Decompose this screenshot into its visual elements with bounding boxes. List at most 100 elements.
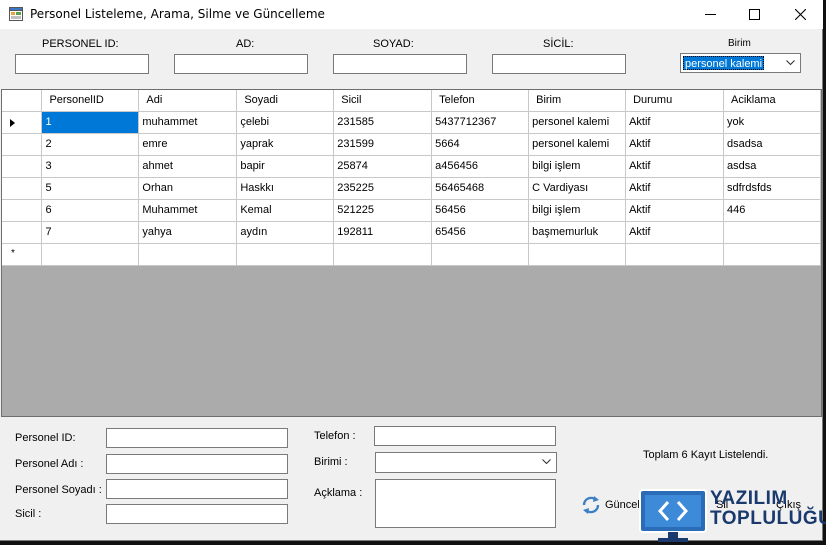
cell-aciklama[interactable]: yok [723,111,821,134]
cell-adi[interactable]: yahya [138,221,238,244]
row-header[interactable] [2,177,43,200]
new-row[interactable]: * [2,243,821,266]
new-row-cell[interactable] [723,243,821,266]
table-row[interactable]: 2 emre yaprak 231599 5664 personel kalemi Akti… [2,133,821,156]
cell-personelid[interactable]: 2 [41,133,140,156]
cell-soyadi[interactable]: aydın [236,221,335,244]
column-header-sicil[interactable]: Sicil [333,90,433,112]
cell-personelid[interactable]: 6 [41,199,140,222]
cell-sicil[interactable]: 231599 [333,133,433,156]
row-header[interactable] [2,221,43,244]
column-header-birim[interactable]: Birim [528,90,627,112]
form-telefon-input[interactable] [374,426,556,446]
new-row-cell[interactable] [236,243,335,266]
title-bar[interactable]: Personel Listeleme, Arama, Silme ve Günc… [0,0,823,29]
cell-soyadi[interactable]: Kemal [236,199,335,222]
cell-personelid[interactable]: 5 [41,177,140,200]
cell-aciklama[interactable]: sdfrdsfds [723,177,821,200]
search-sicil-input[interactable] [492,54,626,74]
row-header[interactable] [2,133,43,156]
cell-telefon[interactable]: 5664 [431,133,530,156]
cell-durumu[interactable]: Aktif [625,221,724,244]
cell-personelid[interactable]: 3 [41,155,140,178]
cell-durumu[interactable]: Aktif [625,177,724,200]
table-row[interactable]: 1 muhammet çelebi 231585 5437712367 personel … [2,111,821,134]
new-row-cell[interactable] [138,243,238,266]
cell-birim[interactable]: bilgi işlem [528,199,627,222]
cell-adi[interactable]: Orhan [138,177,238,200]
personel-data-grid[interactable]: PersonelID Adi Soyadi Sicil Telefon Biri… [1,89,822,417]
maximize-button[interactable] [731,0,777,29]
cell-birim[interactable]: personel kalemi [528,111,627,134]
column-header-soyadi[interactable]: Soyadi [236,90,335,112]
column-header-aciklama[interactable]: Aciklama [723,90,821,112]
cell-aciklama[interactable]: asdsa [723,155,821,178]
new-row-cell[interactable] [333,243,433,266]
search-personel-id-input[interactable] [15,54,149,74]
form-personel-adi-input[interactable] [106,454,288,474]
maximize-icon [748,9,760,20]
cell-sicil[interactable]: 235225 [333,177,433,200]
form-personel-id-input[interactable] [106,428,288,448]
cell-telefon[interactable]: 5437712367 [431,111,530,134]
cell-sicil[interactable]: 25874 [333,155,433,178]
grid-header-row: PersonelID Adi Soyadi Sicil Telefon Biri… [2,90,821,112]
cell-aciklama[interactable]: 446 [723,199,821,222]
cell-sicil[interactable]: 192811 [333,221,433,244]
form-personel-soyadi-input[interactable] [106,479,288,499]
table-row[interactable]: 6 Muhammet Kemal 521225 56456 bilgi işlem Akti… [2,199,821,222]
cell-soyadi[interactable]: çelebi [236,111,335,134]
search-ad-input[interactable] [174,54,308,74]
minimize-button[interactable] [687,0,733,29]
cell-adi[interactable]: muhammet [138,111,238,134]
form-aciklama-textarea[interactable] [375,479,556,528]
cell-telefon[interactable]: a456456 [431,155,530,178]
current-row-arrow-icon [10,118,15,127]
column-header-durumu[interactable]: Durumu [625,90,724,112]
cell-durumu[interactable]: Aktif [625,199,724,222]
table-row[interactable]: 3 ahmet bapir 25874 a456456 bilgi işlem Aktif a… [2,155,821,178]
cell-telefon[interactable]: 56465468 [431,177,530,200]
column-header-telefon[interactable]: Telefon [431,90,530,112]
cell-soyadi[interactable]: yaprak [236,133,335,156]
cell-adi[interactable]: Muhammet [138,199,238,222]
form-sicil-input[interactable] [106,504,288,524]
search-birim-select[interactable]: personel kalemi [680,53,801,73]
cell-soyadi[interactable]: bapir [236,155,335,178]
form-birimi-select[interactable] [375,452,557,473]
cell-durumu[interactable]: Aktif [625,155,724,178]
cell-birim[interactable]: C Vardiyası [528,177,627,200]
cell-telefon[interactable]: 56456 [431,199,530,222]
cell-personelid[interactable]: 7 [41,221,140,244]
cell-sicil[interactable]: 231585 [333,111,433,134]
cell-adi[interactable]: emre [138,133,238,156]
new-row-cell[interactable] [625,243,724,266]
search-soyad-input[interactable] [333,54,467,74]
cell-aciklama[interactable]: dsadsa [723,133,821,156]
cell-soyadi[interactable]: Haskkı [236,177,335,200]
row-header[interactable] [2,199,43,222]
cell-sicil[interactable]: 521225 [333,199,433,222]
cell-personelid[interactable]: 1 [41,111,140,134]
cell-birim[interactable]: bilgi işlem [528,155,627,178]
row-header[interactable] [2,111,43,134]
cell-aciklama[interactable] [723,221,821,244]
new-row-cell[interactable] [528,243,627,266]
main-window: Personel Listeleme, Arama, Silme ve Günc… [0,0,823,541]
cell-telefon[interactable]: 65456 [431,221,530,244]
column-header-adi[interactable]: Adi [138,90,238,112]
column-header-personelid[interactable]: PersonelID [41,90,140,112]
cell-durumu[interactable]: Aktif [625,133,724,156]
cell-adi[interactable]: ahmet [138,155,238,178]
new-row-cell[interactable] [41,243,140,266]
new-row-header[interactable]: * [2,243,43,266]
close-button[interactable] [777,0,823,29]
table-row[interactable]: 7 yahya aydın 192811 65456 başmemurluk Aktif [2,221,821,244]
cell-birim[interactable]: personel kalemi [528,133,627,156]
cell-durumu[interactable]: Aktif [625,111,724,134]
search-personel-id-label: PERSONEL ID: [42,38,119,50]
new-row-cell[interactable] [431,243,530,266]
table-row[interactable]: 5 Orhan Haskkı 235225 56465468 C Vardiyası Akt… [2,177,821,200]
row-header[interactable] [2,155,43,178]
cell-birim[interactable]: başmemurluk [528,221,627,244]
